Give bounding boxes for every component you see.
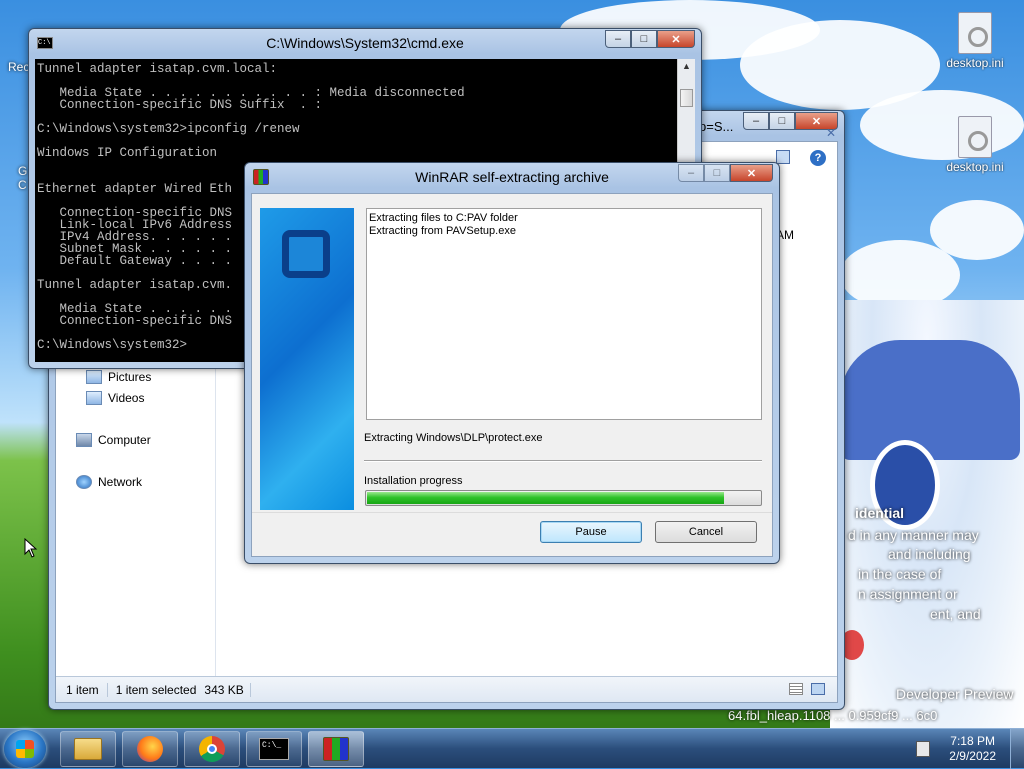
file-settings-icon: [958, 116, 992, 158]
winrar-banner: [260, 208, 354, 510]
wallpaper-text-8: 64.fbl_hleap.1108 ... 0.959cf9 ... 6c0: [728, 708, 938, 723]
minimize-button: –: [678, 164, 704, 182]
console-line: C:\Windows\system32>ipconfig /renew: [37, 122, 300, 136]
firefox-icon: [137, 736, 163, 762]
desktop-label-fragment: Rec: [8, 60, 30, 74]
pause-button[interactable]: Pause: [540, 521, 642, 543]
clock[interactable]: 7:18 PM 2/9/2022: [949, 734, 996, 764]
status-item-count: 1 item: [66, 682, 108, 697]
cmd-titlebar[interactable]: C:\ C:\Windows\System32\cmd.exe – □ ✕: [29, 29, 701, 59]
winrar-body: Extracting files to C:PAV folder Extract…: [251, 193, 773, 557]
explorer-title-fragment: p=S...: [699, 119, 734, 134]
folder-icon: [74, 738, 102, 760]
mouse-cursor-icon: [24, 538, 38, 558]
taskbar-winrar[interactable]: [308, 731, 364, 767]
wallpaper-text-6: ent, and: [930, 606, 981, 622]
nav-item-label: Network: [98, 475, 143, 489]
minimize-button[interactable]: –: [743, 112, 769, 130]
minimize-button[interactable]: –: [605, 30, 631, 48]
nav-item-videos[interactable]: Videos: [86, 391, 144, 405]
wallpaper-text-3: and including: [888, 546, 971, 562]
chrome-center: [207, 744, 217, 754]
nav-item-network[interactable]: Network: [76, 475, 142, 489]
status-bar: 1 item 1 item selected 343 KB: [56, 676, 837, 702]
file-settings-icon: [958, 12, 992, 54]
winrar-titlebar[interactable]: WinRAR self-extracting archive – □ ✕: [245, 163, 779, 193]
taskbar-explorer[interactable]: [60, 731, 116, 767]
current-file-label: Extracting Windows\DLP\protect.exe: [364, 432, 543, 444]
show-desktop-button[interactable]: [1010, 729, 1024, 769]
wallpaper-text-4: in the case of: [858, 566, 942, 582]
help-icon[interactable]: ?: [810, 150, 826, 166]
dialog-footer: Pause Cancel: [252, 512, 772, 556]
wallpaper-text-2: d in any manner may: [848, 527, 979, 543]
clock-date: 2/9/2022: [949, 749, 996, 763]
close-button[interactable]: ✕: [657, 30, 695, 48]
desktop-icon-label: desktop.ini: [946, 160, 1004, 174]
nav-item-label: Computer: [98, 433, 151, 447]
cmd-title: C:\Windows\System32\cmd.exe: [266, 35, 464, 51]
taskbar-firefox[interactable]: [122, 731, 178, 767]
desktop-icon-desktop-ini[interactable]: desktop.ini: [940, 12, 1010, 70]
winrar-taskbar-icon: [323, 737, 349, 761]
winrar-dialog[interactable]: WinRAR self-extracting archive – □ ✕ Ext…: [244, 162, 780, 564]
wallpaper-text-7: Developer Preview: [896, 686, 1014, 702]
log-line: Extracting files to C:PAV folder: [369, 212, 518, 224]
computer-icon: [76, 433, 92, 447]
cmd-taskbar-icon: C:\_: [259, 738, 289, 760]
extraction-log[interactable]: Extracting files to C:PAV folder Extract…: [366, 208, 762, 420]
network-tray-icon[interactable]: [916, 741, 930, 757]
desktop-label-fragment: G: [18, 164, 28, 178]
taskbar: C:\_ 7:18 PM 2/9/2022: [0, 728, 1024, 769]
desktop-icon-label: desktop.ini: [946, 56, 1004, 70]
nav-item-label: Pictures: [108, 370, 152, 384]
console-line: Windows IP Configuration: [37, 146, 218, 160]
nav-item-computer[interactable]: Computer: [76, 433, 151, 447]
character-hair: [840, 340, 1020, 460]
close-tab-icon[interactable]: ✕: [826, 126, 836, 140]
log-line: Extracting from PAVSetup.exe: [369, 225, 516, 237]
maximize-button: □: [704, 164, 730, 182]
progress-fill: [367, 492, 725, 504]
nav-item-pictures[interactable]: Pictures: [86, 370, 151, 384]
status-selected: 1 item selected: [115, 682, 197, 697]
wallpaper-text-5: n assignment or: [858, 586, 958, 602]
status-size: 343 KB: [204, 682, 251, 697]
network-icon: [76, 475, 92, 489]
maximize-button[interactable]: □: [631, 30, 657, 48]
cancel-button[interactable]: Cancel: [655, 521, 757, 543]
close-button[interactable]: ✕: [730, 164, 773, 182]
chrome-icon: [199, 736, 225, 762]
console-line: Connection-specific DNS Suffix . :: [37, 98, 323, 112]
videos-icon: [86, 391, 102, 405]
scroll-up-arrow-icon[interactable]: ▲: [680, 61, 693, 75]
wallpaper-text-1: idential: [855, 505, 905, 521]
cloud: [930, 200, 1024, 260]
desktop-icon-desktop-ini[interactable]: desktop.ini: [940, 116, 1010, 174]
scroll-thumb[interactable]: [680, 89, 693, 107]
divider: [364, 460, 762, 462]
installation-progress-bar: [365, 490, 762, 506]
archive-logo-icon: [282, 230, 330, 278]
nav-item-label: Videos: [108, 391, 145, 405]
maximize-button[interactable]: □: [769, 112, 795, 130]
progress-label: Installation progress: [364, 475, 463, 487]
console-line: Tunnel adapter isatap.cvm.local:: [37, 62, 278, 76]
taskbar-cmd[interactable]: C:\_: [246, 731, 302, 767]
pictures-icon: [86, 370, 102, 384]
start-button[interactable]: [4, 730, 46, 768]
desktop-label-fragment: C: [18, 178, 27, 192]
preview-pane-icon[interactable]: [776, 150, 790, 164]
preview-view-icon[interactable]: [811, 683, 825, 695]
taskbar-chrome[interactable]: [184, 731, 240, 767]
details-view-icon[interactable]: [789, 683, 803, 695]
clock-time: 7:18 PM: [950, 734, 995, 748]
